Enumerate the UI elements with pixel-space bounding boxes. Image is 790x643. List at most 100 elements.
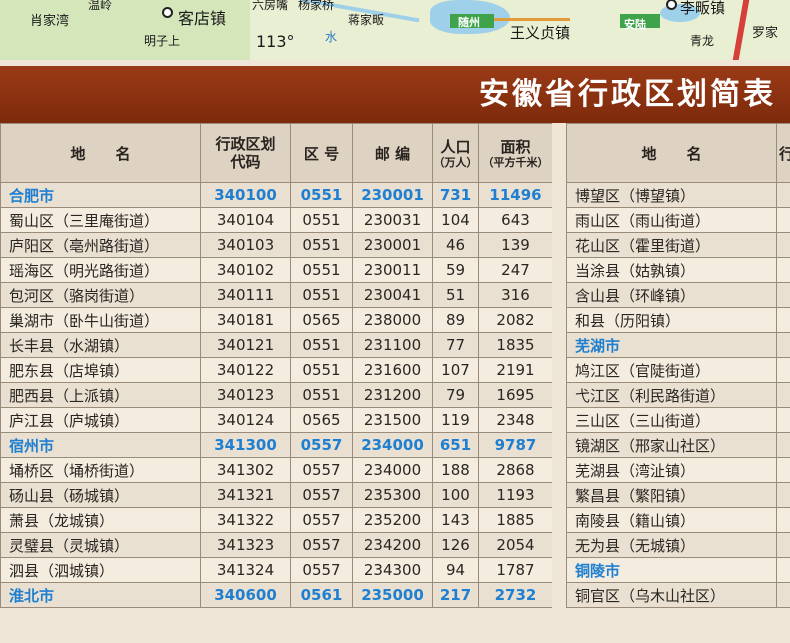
col-header-postal: 邮 编: [352, 123, 433, 183]
col-header-area-code: 区 号: [290, 123, 353, 183]
table-row: 庐阳区（亳州路街道） 340103 0551 230001 46 139: [0, 232, 553, 258]
cell-postal: 231600: [352, 357, 433, 383]
col-header-code: 行政区划 代码: [200, 123, 291, 183]
cell-code-partial: [776, 182, 790, 208]
col-header-population: 人口 （万人）: [432, 123, 479, 183]
table-row: 和县（历阳镇）: [566, 307, 790, 333]
cell-code-partial: [776, 257, 790, 283]
cell-name: 雨山区（雨山街道）: [566, 207, 777, 233]
cell-name: 芜湖县（湾沚镇）: [566, 457, 777, 483]
cell-code-partial: [776, 507, 790, 533]
division-table-left-body: 合肥市 340100 0551 230001 731 11496 蜀山区（三里庵街道） 340…: [0, 182, 553, 608]
map-label: 肖家湾: [30, 14, 70, 29]
cell-postal: 238000: [352, 307, 433, 333]
cell-name: 长丰县（水湖镇）: [0, 332, 201, 358]
cell-pop: 188: [432, 457, 479, 483]
cell-name: 铜官区（乌木山社区）: [566, 582, 777, 608]
cell-area-code: 0551: [290, 257, 353, 283]
cell-name: 无为县（无城镇）: [566, 532, 777, 558]
cell-name: 巢湖市（卧牛山街道）: [0, 307, 201, 333]
cell-postal: 234200: [352, 532, 433, 558]
cell-pop: 77: [432, 332, 479, 358]
cell-postal: 231200: [352, 382, 433, 408]
cell-pop: 107: [432, 357, 479, 383]
map-label: 蒋家畈: [348, 13, 385, 27]
table-row: 肥西县（上派镇） 340123 0551 231200 79 1695: [0, 382, 553, 408]
cell-code-partial: [776, 532, 790, 558]
cell-code: 341324: [200, 557, 291, 583]
table-row: 博望区（博望镇）: [566, 182, 790, 208]
cell-area-code: 0551: [290, 207, 353, 233]
col-header-name: 地 名: [566, 123, 777, 183]
cell-code: 340103: [200, 232, 291, 258]
city-row: 宿州市 341300 0557 234000 651 9787: [0, 432, 553, 458]
cell-code-partial: [776, 357, 790, 383]
cell-name: 宿州市: [0, 432, 201, 458]
map-label: 李畈镇: [680, 0, 726, 17]
cell-area-code: 0551: [290, 357, 353, 383]
cell-postal: 235300: [352, 482, 433, 508]
cell-area-code: 0565: [290, 307, 353, 333]
division-table-left: 地 名 行政区划 代码 区 号 邮 编 人口 （万人） 面积 （平方千米） 合肥…: [0, 123, 553, 608]
cell-name: 合肥市: [0, 182, 201, 208]
cell-area: 1695: [478, 382, 553, 408]
cell-area-code: 0557: [290, 507, 353, 533]
cell-area: 2082: [478, 307, 553, 333]
cell-code: 340181: [200, 307, 291, 333]
table-row: 弋江区（利民路街道）: [566, 382, 790, 408]
col-header-area: 面积 （平方千米）: [478, 123, 553, 183]
cell-name: 泗县（泗城镇）: [0, 557, 201, 583]
map-label: 六房嘴: [252, 0, 289, 12]
cell-code: 341300: [200, 432, 291, 458]
map-strip: 肖家湾 温岭 客店镇 六房嘴 杨家桥 蒋家畈 明子上 113° 水 随州 王义贞…: [0, 0, 790, 60]
cell-area-code: 0551: [290, 182, 353, 208]
cell-pop: 46: [432, 232, 479, 258]
cell-pop: 59: [432, 257, 479, 283]
cell-pop: 126: [432, 532, 479, 558]
table-row: 繁昌县（繁阳镇）: [566, 482, 790, 508]
cell-name: 三山区（三山街道）: [566, 407, 777, 433]
cell-name: 含山县（环峰镇）: [566, 282, 777, 308]
cell-code-partial: [776, 482, 790, 508]
cell-pop: 51: [432, 282, 479, 308]
cell-pop: 79: [432, 382, 479, 408]
cell-name: 博望区（博望镇）: [566, 182, 777, 208]
cell-pop: 731: [432, 182, 479, 208]
cell-area: 643: [478, 207, 553, 233]
cell-code: 340121: [200, 332, 291, 358]
cell-name: 和县（历阳镇）: [566, 307, 777, 333]
cell-postal: 234000: [352, 457, 433, 483]
cell-name: 肥东县（店埠镇）: [0, 357, 201, 383]
table-row: 花山区（霍里街道）: [566, 232, 790, 258]
cell-postal: 230011: [352, 257, 433, 283]
col-header-code-partial: 行: [776, 123, 790, 183]
city-row: 铜陵市: [566, 557, 790, 583]
cell-pop: 94: [432, 557, 479, 583]
cell-name: 鸠江区（官陡街道）: [566, 357, 777, 383]
cell-name: 当涂县（姑孰镇）: [566, 257, 777, 283]
table-row: 雨山区（雨山街道）: [566, 207, 790, 233]
cell-name: 埇桥区（埇桥街道）: [0, 457, 201, 483]
cell-area: 247: [478, 257, 553, 283]
cell-code: 340123: [200, 382, 291, 408]
cell-pop: 651: [432, 432, 479, 458]
table-row: 庐江县（庐城镇） 340124 0565 231500 119 2348: [0, 407, 553, 433]
cell-code-partial: [776, 407, 790, 433]
cell-area: 2054: [478, 532, 553, 558]
map-label: 明子上: [144, 34, 181, 48]
cell-name: 萧县（龙城镇）: [0, 507, 201, 533]
cell-code: 341323: [200, 532, 291, 558]
map-label: 随州: [458, 16, 480, 29]
cell-area: 1885: [478, 507, 553, 533]
cell-code-partial: [776, 382, 790, 408]
cell-postal: 230041: [352, 282, 433, 308]
table-row: 长丰县（水湖镇） 340121 0551 231100 77 1835: [0, 332, 553, 358]
map-label: 客店镇: [178, 9, 227, 28]
table-row: 蜀山区（三里庵街道） 340104 0551 230031 104 643: [0, 207, 553, 233]
town-marker-icon: [162, 7, 173, 18]
cell-area-code: 0561: [290, 582, 353, 608]
table-row: 埇桥区（埇桥街道） 341302 0557 234000 188 2868: [0, 457, 553, 483]
cell-name: 繁昌县（繁阳镇）: [566, 482, 777, 508]
map-label: 杨家桥: [298, 0, 335, 12]
cell-postal: 230031: [352, 207, 433, 233]
